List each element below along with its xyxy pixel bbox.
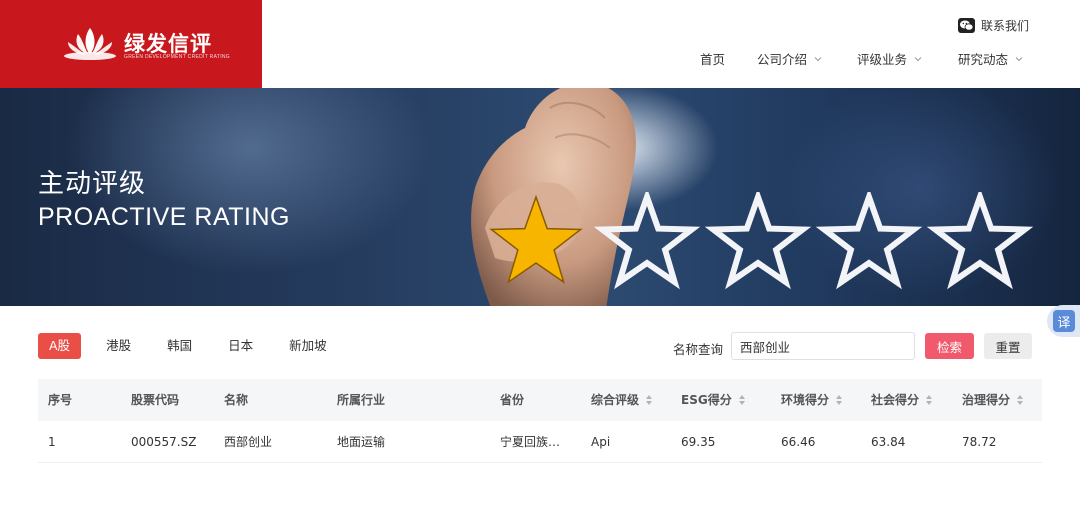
nav-rating-business[interactable]: 评级业务 xyxy=(857,49,923,68)
table-row[interactable]: 1 000557.SZ 西部创业 地面运输 宁夏回族… Api 69.35 66.46 63.8… xyxy=(38,421,1042,463)
chevron-down-icon xyxy=(1015,56,1023,61)
market-tab[interactable]: 日本 xyxy=(217,333,264,359)
translate-icon: 译 xyxy=(1053,310,1075,332)
column-header-label: 治理得分 xyxy=(962,393,1011,407)
contact-label: 联系我们 xyxy=(981,18,1030,33)
nav-research-label: 研究动态 xyxy=(958,52,1009,67)
column-header-label: ESG得分 xyxy=(681,393,732,407)
column-header[interactable]: 社会得分 xyxy=(871,379,933,421)
table-cell: 地面运输 xyxy=(337,435,386,449)
search-label: 名称查询 xyxy=(673,342,724,357)
table-cell: 宁夏回族… xyxy=(500,435,561,449)
column-header: 序号 xyxy=(48,379,72,421)
sort-icon[interactable] xyxy=(738,394,746,406)
table-body: 1 000557.SZ 西部创业 地面运输 宁夏回族… Api 69.35 66.46 63.8… xyxy=(38,421,1042,463)
market-tab[interactable]: 港股 xyxy=(95,333,142,359)
sort-icon[interactable] xyxy=(1016,394,1024,406)
column-header[interactable]: 环境得分 xyxy=(781,379,843,421)
site-header: 绿发信评 GREEN DEVELOPMENT CREDIT RATING 联系我… xyxy=(0,0,1080,88)
sort-icon[interactable] xyxy=(645,394,653,406)
column-header[interactable]: 综合评级 xyxy=(591,379,653,421)
market-tab[interactable]: 新加坡 xyxy=(278,333,338,359)
table-cell: 西部创业 xyxy=(224,435,273,449)
chevron-down-icon xyxy=(914,56,922,61)
rating-table: 序号 股票代码 名称 所属行业 省份 综合评级 ESG得分 环境得分 社会得分 治理得分 1 000… xyxy=(38,379,1042,463)
column-header-label: 社会得分 xyxy=(871,393,920,407)
star-filled-icon xyxy=(489,194,583,284)
nav-company-intro-label: 公司介绍 xyxy=(757,52,808,67)
nav-home-label: 首页 xyxy=(700,52,726,67)
column-header-label: 省份 xyxy=(500,393,525,407)
translate-button[interactable]: 译 xyxy=(1047,305,1080,337)
reset-button[interactable]: 重置 xyxy=(984,333,1032,359)
table-cell: 66.46 xyxy=(781,435,816,449)
column-header-label: 序号 xyxy=(48,393,73,407)
banner-title: 主动评级 xyxy=(38,169,147,199)
column-header: 股票代码 xyxy=(131,379,179,421)
table-cell: 000557.SZ xyxy=(131,435,197,449)
search-button[interactable]: 检索 xyxy=(925,333,974,359)
column-header[interactable]: ESG得分 xyxy=(681,379,746,421)
column-header-label: 所属行业 xyxy=(337,393,386,407)
sort-icon[interactable] xyxy=(925,394,933,406)
rating-stars xyxy=(489,192,1034,290)
nav-research[interactable]: 研究动态 xyxy=(958,49,1024,68)
market-tab[interactable]: 韩国 xyxy=(156,333,203,359)
star-empty-icon xyxy=(704,192,812,290)
nav-rating-business-label: 评级业务 xyxy=(857,52,908,67)
market-tabs: A股 港股 韩国 日本 新加坡 xyxy=(38,333,352,359)
column-header-label: 股票代码 xyxy=(131,393,180,407)
contact-us-link[interactable]: 联系我们 xyxy=(958,16,1029,34)
star-empty-icon xyxy=(815,192,923,290)
wechat-icon xyxy=(958,17,975,33)
table-cell: 63.84 xyxy=(871,435,906,449)
market-tab[interactable]: A股 xyxy=(38,333,82,359)
sort-icon[interactable] xyxy=(835,394,843,406)
column-header-label: 环境得分 xyxy=(781,393,830,407)
table-cell: 78.72 xyxy=(962,435,997,449)
logo[interactable]: 绿发信评 GREEN DEVELOPMENT CREDIT RATING xyxy=(0,0,262,88)
table-cell: 69.35 xyxy=(681,435,716,449)
table-cell: Api xyxy=(591,435,611,449)
main-nav: 首页 公司介绍 评级业务 研究动态 xyxy=(0,49,1080,67)
star-empty-icon xyxy=(593,192,701,290)
hero-banner: 主动评级 PROACTIVE RATING xyxy=(0,88,1080,306)
star-empty-icon xyxy=(926,192,1034,290)
name-search-input[interactable] xyxy=(731,332,915,360)
table-cell: 1 xyxy=(48,435,56,449)
table-header: 序号 股票代码 名称 所属行业 省份 综合评级 ESG得分 环境得分 社会得分 治理得分 xyxy=(38,379,1042,421)
column-header-label: 综合评级 xyxy=(591,393,640,407)
banner-subtitle: PROACTIVE RATING xyxy=(38,203,291,231)
chevron-down-icon xyxy=(814,56,822,61)
column-header: 省份 xyxy=(500,379,524,421)
column-header[interactable]: 治理得分 xyxy=(962,379,1024,421)
column-header-label: 名称 xyxy=(224,393,249,407)
column-header: 名称 xyxy=(224,379,248,421)
nav-home[interactable]: 首页 xyxy=(700,49,725,68)
nav-company-intro[interactable]: 公司介绍 xyxy=(757,49,823,68)
column-header: 所属行业 xyxy=(337,379,385,421)
